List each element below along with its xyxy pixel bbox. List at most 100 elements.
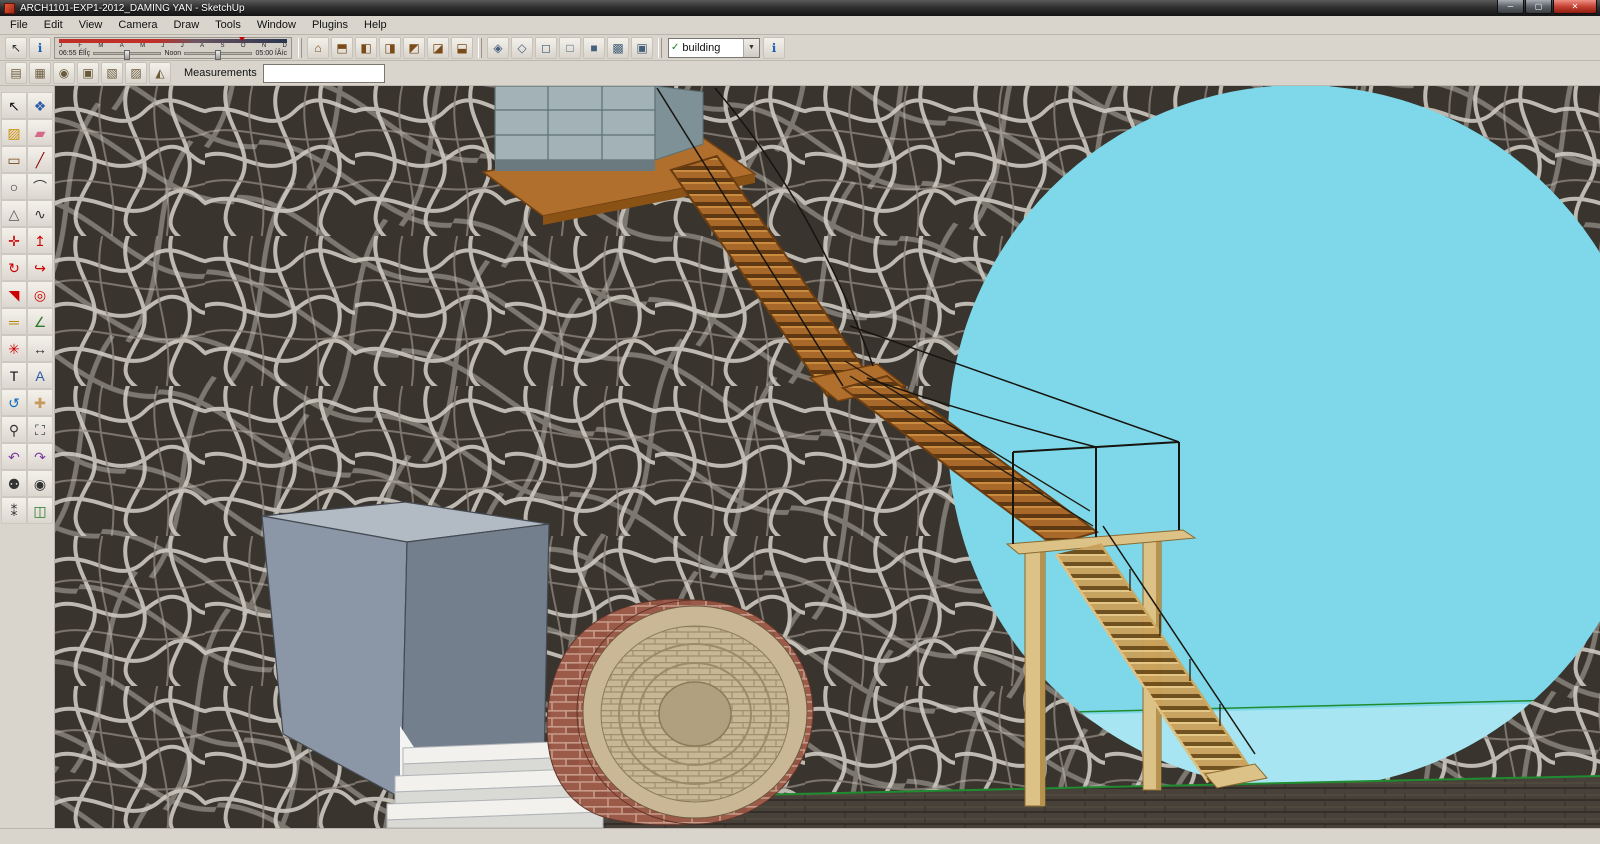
walk-tool[interactable]: ⁑	[1, 497, 27, 524]
style-shaded-button[interactable]: ■	[583, 36, 605, 59]
add-detail-button[interactable]: ▨	[125, 62, 147, 84]
circle-tool[interactable]: ○	[1, 173, 27, 200]
month-letter: F	[78, 43, 83, 49]
menu-item[interactable]: Camera	[110, 17, 165, 33]
style-textured-button[interactable]: ▩	[607, 36, 629, 59]
menu-item[interactable]: Tools	[207, 17, 249, 33]
flip-edge-button[interactable]: ◭	[149, 62, 171, 84]
style-wireframe-button[interactable]: ◻	[535, 36, 557, 59]
menu-item[interactable]: Help	[356, 17, 395, 33]
minimize-button[interactable]: ─	[1497, 0, 1524, 14]
shadow-date-slider[interactable]	[59, 36, 287, 43]
stamp-button[interactable]: ▣	[77, 62, 99, 84]
view-back-button[interactable]: ◨	[379, 36, 401, 59]
shadow-settings-toolbar[interactable]: J F M A M J J A S O N D 06:55 ÉlÎç Noon 05:00 ÍÂíc	[54, 36, 292, 60]
title-bar[interactable]: ARCH1101-EXP1-2012_DAMING YAN - SketchUp…	[0, 0, 1600, 16]
maximize-button[interactable]: ▢	[1525, 0, 1552, 14]
freehand-tool[interactable]: ∿	[27, 200, 53, 227]
push-pull-tool[interactable]: ↥	[27, 227, 53, 254]
style-back-edges-button[interactable]: ◇	[511, 36, 533, 59]
eraser-tool[interactable]: ▰	[27, 119, 53, 146]
rotate-tool[interactable]: ↻	[1, 254, 27, 281]
menu-item[interactable]: Window	[249, 17, 304, 33]
shadow-month-labels: JFMAMJJASOND	[59, 43, 287, 49]
dimension-tool[interactable]: ↔	[27, 335, 53, 362]
layer-dropdown[interactable]: ✓ building ▼	[668, 37, 760, 58]
measurements-input[interactable]	[262, 63, 385, 83]
sandbox-from-contours-button[interactable]: ▤	[5, 62, 27, 84]
view-top-button[interactable]: ⬒	[331, 36, 353, 59]
month-letter: A	[119, 43, 124, 49]
paint-bucket-tool[interactable]: ▨	[1, 119, 27, 146]
view-front-button[interactable]: ◧	[355, 36, 377, 59]
month-letter: A	[200, 43, 205, 49]
shadow-start-time: 06:55 ÉlÎç	[59, 49, 91, 57]
style-hidden-line-button[interactable]: □	[559, 36, 581, 59]
menu-item[interactable]: File	[2, 17, 36, 33]
shadow-time-slider-left[interactable]	[93, 49, 162, 60]
previous-view-tool[interactable]: ↶	[1, 443, 27, 470]
status-bar	[0, 828, 1600, 844]
position-camera-tool[interactable]: ⚉	[1, 470, 27, 497]
tool-palette: ↖ ❖ ▨ ▰ ▭ ╱ ○ ⌒ △ ∿ ✛ ↥ ↻ ↪ ◥ ◎ ═ ∠ ✳ ↔ …	[0, 86, 55, 828]
month-letter: S	[220, 43, 225, 49]
month-letter: J	[161, 43, 165, 49]
offset-tool[interactable]: ◎	[27, 281, 53, 308]
menu-item[interactable]: View	[71, 17, 111, 33]
follow-me-tool[interactable]: ↪	[27, 254, 53, 281]
menu-item[interactable]: Plugins	[304, 17, 356, 33]
make-component-tool[interactable]: ❖	[27, 92, 53, 119]
style-monochrome-button[interactable]: ▣	[631, 36, 653, 59]
menu-item[interactable]: Edit	[36, 17, 71, 33]
select-tool[interactable]: ↖	[1, 92, 27, 119]
zoom-extents-tool[interactable]: ⛶	[27, 416, 53, 443]
menu-bar: File Edit View Camera Draw Tools Window Plugins…	[0, 16, 1600, 35]
text-tool[interactable]: T	[1, 362, 27, 389]
arc-tool[interactable]: ⌒	[27, 173, 53, 200]
shadow-time-slider-right[interactable]	[184, 49, 253, 60]
orbit-tool[interactable]: ↺	[1, 389, 27, 416]
instructor-toolbar-button[interactable]: ℹ	[29, 36, 51, 59]
drape-button[interactable]: ▧	[101, 62, 123, 84]
tape-measure-tool[interactable]: ═	[1, 308, 27, 335]
face-styles-toolbar: ◈ ◇ ◻ □ ■ ▩ ▣	[486, 36, 654, 59]
zoom-tool[interactable]: ⚲	[1, 416, 27, 443]
layer-info-button[interactable]: ℹ	[763, 36, 785, 59]
pointer-toolbar-button[interactable]: ↖	[5, 36, 27, 59]
measurements-label: Measurements	[184, 67, 257, 79]
sandbox-toolbar: ▤ ▦ ◉ ▣ ▧ ▨ ◭ Measurements	[0, 61, 1600, 86]
month-letter: D	[282, 43, 287, 49]
close-button[interactable]: ✕	[1553, 0, 1597, 14]
sandbox-tools-group: ▤ ▦ ◉ ▣ ▧ ▨ ◭	[4, 62, 172, 84]
sandbox-from-scratch-button[interactable]: ▦	[29, 62, 51, 84]
view-iso-button[interactable]: ⌂	[307, 36, 329, 59]
main-area: ↖ ❖ ▨ ▰ ▭ ╱ ○ ⌒ △ ∿ ✛ ↥ ↻ ↪ ◥ ◎ ═ ∠ ✳ ↔ …	[0, 86, 1600, 828]
polygon-tool[interactable]: △	[1, 200, 27, 227]
model-viewport[interactable]	[55, 86, 1600, 828]
line-tool[interactable]: ╱	[27, 146, 53, 173]
rectangle-tool[interactable]: ▭	[1, 146, 27, 173]
layer-dropdown-value: building	[682, 41, 721, 54]
section-plane-tool[interactable]: ◫	[27, 497, 53, 524]
3d-text-tool[interactable]: A	[27, 362, 53, 389]
toolbar-grip	[658, 37, 662, 58]
axes-tool[interactable]: ✳	[1, 335, 27, 362]
dropdown-arrow-icon[interactable]: ▼	[743, 38, 759, 57]
sketchup-app-icon	[4, 2, 15, 14]
style-xray-button[interactable]: ◈	[487, 36, 509, 59]
view-right-button[interactable]: ◪	[427, 36, 449, 59]
move-tool[interactable]: ✛	[1, 227, 27, 254]
layer-check-icon: ✓	[671, 42, 680, 53]
protractor-tool[interactable]: ∠	[27, 308, 53, 335]
look-around-tool[interactable]: ◉	[27, 470, 53, 497]
next-view-tool[interactable]: ↷	[27, 443, 53, 470]
smoove-button[interactable]: ◉	[53, 62, 75, 84]
menu-item[interactable]: Draw	[165, 17, 207, 33]
shadow-time-row: 06:55 ÉlÎç Noon 05:00 ÍÂíc	[59, 49, 287, 60]
scale-tool[interactable]: ◥	[1, 281, 27, 308]
view-bottom-button[interactable]: ⬓	[451, 36, 473, 59]
shadow-date-marker[interactable]	[239, 36, 246, 41]
view-left-button[interactable]: ◩	[403, 36, 425, 59]
toolbar-grip	[478, 37, 482, 58]
pan-tool[interactable]: ✚	[27, 389, 53, 416]
